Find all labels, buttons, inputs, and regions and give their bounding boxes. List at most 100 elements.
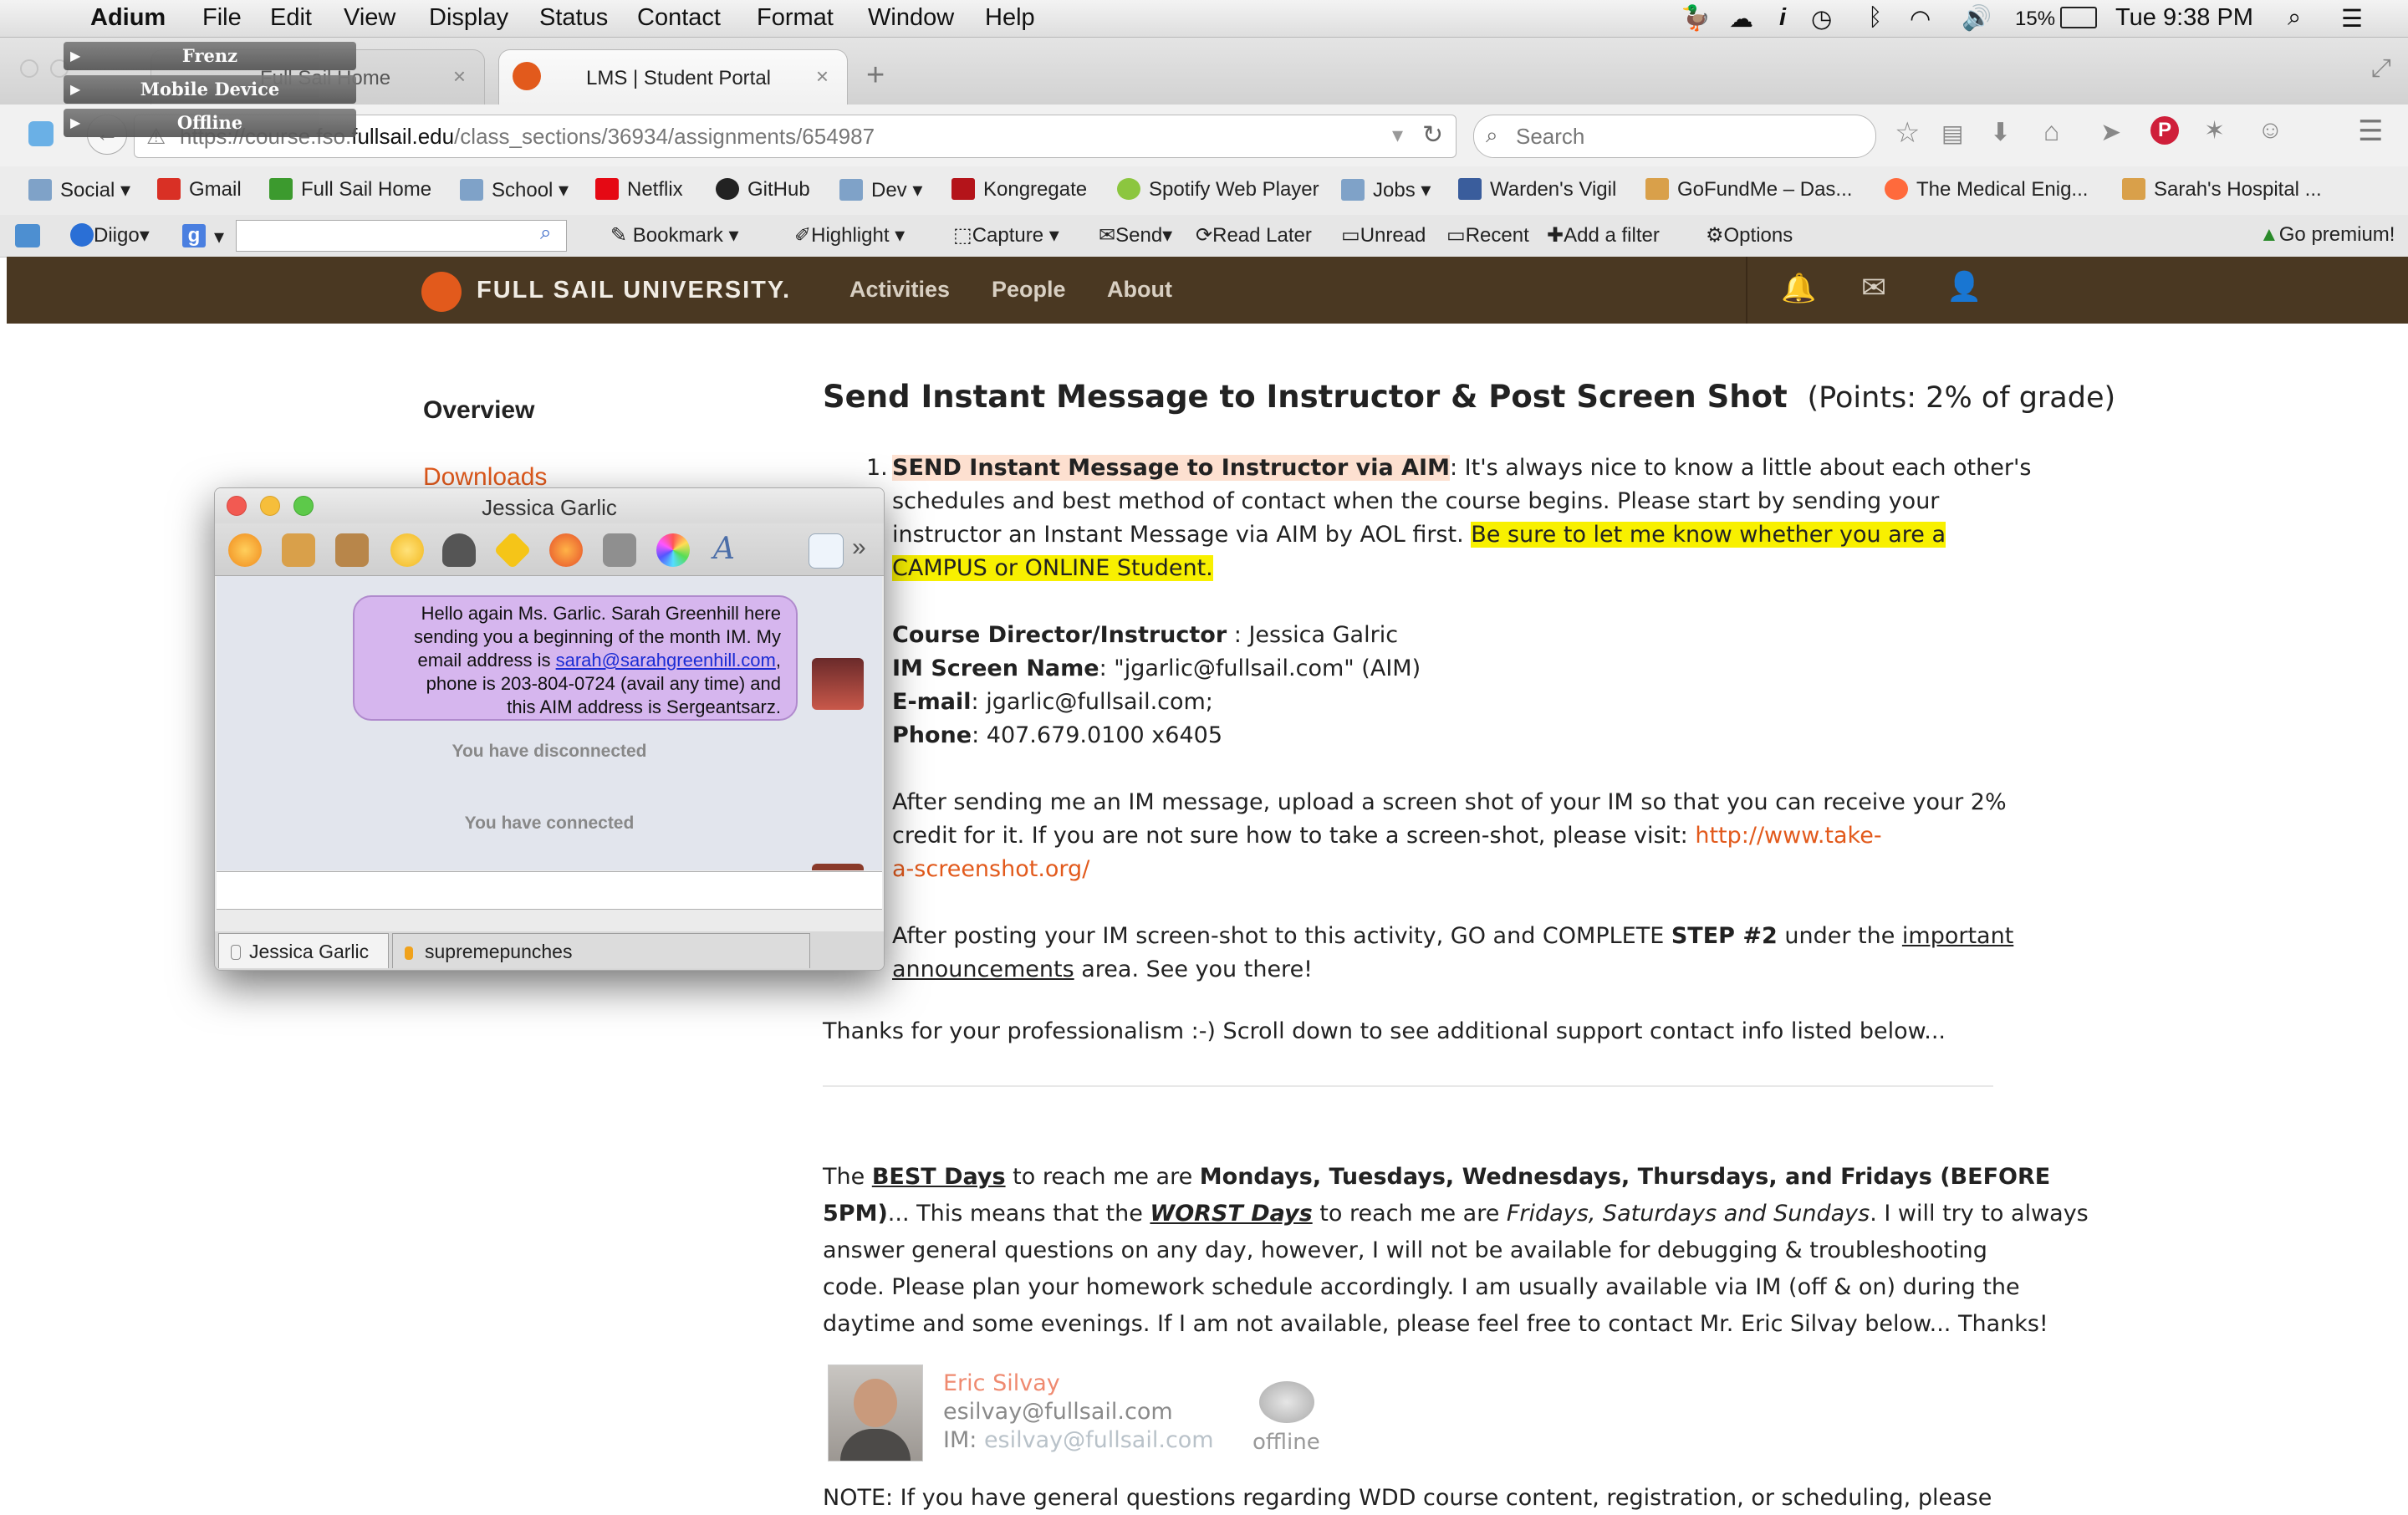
search-input[interactable]: ⌕ Search xyxy=(1473,115,1876,158)
wifi-icon[interactable]: ◠ xyxy=(1910,4,1931,33)
bookmark-jobs[interactable]: Jobs ▾ xyxy=(1341,178,1431,202)
bookmark-gmail[interactable]: Gmail xyxy=(157,178,242,201)
notification-center-icon[interactable]: ☰ xyxy=(2341,4,2363,33)
chat-titlebar[interactable]: Jessica Garlic xyxy=(215,488,884,523)
close-tab-icon[interactable]: × xyxy=(453,64,466,89)
nav-activities[interactable]: Activities xyxy=(849,277,950,303)
sidebar-item-overview[interactable]: Overview xyxy=(423,396,534,425)
contact-group-offline[interactable]: ▶ Offline xyxy=(64,109,356,137)
spotlight-search-icon[interactable]: ⌕ xyxy=(2288,4,2301,32)
bookmark-full-sail-home[interactable]: Full Sail Home xyxy=(269,178,431,201)
menu-help[interactable]: Help xyxy=(985,4,1035,32)
bookmark-sarahs-hospital[interactable]: Sarah's Hospital ... xyxy=(2122,178,2322,201)
disclosure-triangle-icon[interactable]: ▶ xyxy=(70,75,80,104)
tab-lms-student-portal[interactable]: LMS | Student Portal × xyxy=(498,49,848,105)
messages-envelope-icon[interactable]: ✉ xyxy=(1861,270,1886,305)
chat-message-input[interactable] xyxy=(217,871,882,910)
support-email[interactable]: esilvay@fullsail.com xyxy=(943,1398,1214,1426)
encryption-lock-icon[interactable] xyxy=(282,533,315,567)
address-book-icon[interactable] xyxy=(603,533,636,567)
share-icon[interactable] xyxy=(809,533,844,569)
go-premium-button[interactable]: ▲Go premium! xyxy=(2259,223,2395,247)
bookmark-social[interactable]: Social ▾ xyxy=(28,178,130,202)
diigo-capture-button[interactable]: ⬚Capture ▾ xyxy=(953,223,1059,247)
time-machine-icon[interactable]: ◷ xyxy=(1811,4,1832,33)
menu-file[interactable]: File xyxy=(202,4,242,32)
status-icon[interactable] xyxy=(228,533,262,567)
chat-extension-icon[interactable]: ☺ xyxy=(2258,116,2283,145)
downloads-icon[interactable]: ⬇ xyxy=(1990,118,2011,147)
support-im[interactable]: esilvay@fullsail.com xyxy=(984,1427,1214,1453)
menu-edit[interactable]: Edit xyxy=(270,4,312,32)
nav-people[interactable]: People xyxy=(992,277,1066,303)
diigo-highlight-button[interactable]: ✐Highlight ▾ xyxy=(794,223,905,247)
font-icon[interactable]: A xyxy=(713,532,735,566)
menu-contact[interactable]: Contact xyxy=(637,4,721,32)
fullscreen-icon[interactable]: ⤢ xyxy=(2371,54,2391,83)
diigo-menu[interactable]: Diigo▾ xyxy=(70,223,150,247)
chat-tab-jessica-garlic[interactable]: Jessica Garlic xyxy=(218,933,389,968)
bookmark-kongregate[interactable]: Kongregate xyxy=(951,178,1087,201)
info-icon[interactable]: i xyxy=(1779,4,1786,32)
home-icon[interactable]: ⌂ xyxy=(2043,116,2059,147)
disclosure-triangle-icon[interactable]: ▶ xyxy=(70,42,80,70)
google-search-icon[interactable]: g xyxy=(182,224,206,247)
screenshot-link[interactable]: http://www.take- xyxy=(1695,823,1881,849)
diigo-search-input[interactable] xyxy=(236,220,567,252)
signpost-icon[interactable] xyxy=(335,533,369,567)
bookmark-github[interactable]: GitHub xyxy=(716,178,810,201)
screenshot-link[interactable]: a-screenshot.org/ xyxy=(892,856,1089,882)
bookmark-school[interactable]: School ▾ xyxy=(460,178,569,202)
window-close-icon[interactable] xyxy=(20,59,38,78)
contact-group-mobile-device[interactable]: ▶ Mobile Device xyxy=(64,75,356,104)
diigo-send-button[interactable]: ✉Send▾ xyxy=(1099,223,1172,247)
bookmark-gofundme[interactable]: GoFundMe – Das... xyxy=(1645,178,1852,201)
profile-user-icon[interactable]: 👤 xyxy=(1946,270,1982,304)
bluetooth-icon[interactable]: ᛒ xyxy=(1868,4,1882,32)
menu-window[interactable]: Window xyxy=(868,4,954,32)
fullsail-logo-icon[interactable] xyxy=(421,272,462,312)
bookmark-netflix[interactable]: Netflix xyxy=(595,178,683,201)
notifications-bell-icon[interactable]: 🔔 xyxy=(1781,272,1816,305)
email-link[interactable]: sarah@sarahgreenhill.com xyxy=(556,650,776,671)
diigo-read-later-button[interactable]: ⟳Read Later xyxy=(1196,223,1312,247)
diigo-recent-button[interactable]: ▭Recent xyxy=(1446,223,1529,247)
app-menu[interactable]: Adium xyxy=(90,4,166,32)
bookmark-dev[interactable]: Dev ▾ xyxy=(839,178,922,202)
diigo-add-filter-button[interactable]: ✚Add a filter xyxy=(1547,223,1660,247)
diigo-options-button[interactable]: ⚙Options xyxy=(1706,223,1793,247)
close-tab-icon[interactable]: × xyxy=(816,64,829,89)
fullsail-logo-text[interactable]: FULL SAIL UNIVERSITY. xyxy=(477,277,791,304)
search-engine-dropdown-icon[interactable]: ▾ xyxy=(214,225,224,249)
extension-icon[interactable]: ✶ xyxy=(2204,116,2225,145)
reading-list-icon[interactable]: ▤ xyxy=(1941,120,1963,147)
menu-icon[interactable]: ☰ xyxy=(2358,115,2383,148)
firefox-icon[interactable] xyxy=(549,533,583,567)
bookmark-spotify[interactable]: Spotify Web Player xyxy=(1117,178,1319,201)
sidebar-toggle-icon[interactable] xyxy=(28,121,54,146)
diigo-bookmark-button[interactable]: ✎ Bookmark ▾ xyxy=(610,223,739,247)
volume-icon[interactable]: 🔊 xyxy=(1962,4,1992,33)
disclosure-triangle-icon[interactable]: ▶ xyxy=(70,109,80,137)
color-picker-icon[interactable] xyxy=(656,533,690,567)
battery-percent[interactable]: 15% xyxy=(2015,8,2055,31)
adium-duck-icon[interactable]: 🦆 xyxy=(1681,4,1711,33)
url-dropdown-icon[interactable]: ▾ xyxy=(1392,122,1403,148)
chat-tab-supremepunches[interactable]: supremepunches xyxy=(392,933,810,968)
menu-status[interactable]: Status xyxy=(539,4,608,32)
reload-icon[interactable]: ↻ xyxy=(1422,120,1443,150)
menu-display[interactable]: Display xyxy=(429,4,508,32)
menu-view[interactable]: View xyxy=(344,4,395,32)
announcements-link[interactable]: announcements xyxy=(892,956,1074,982)
diigo-sidebar-icon[interactable] xyxy=(15,224,40,247)
new-tab-icon[interactable]: + xyxy=(866,58,885,94)
nav-about[interactable]: About xyxy=(1107,277,1172,303)
diigo-unread-button[interactable]: ▭Unread xyxy=(1341,223,1426,247)
announcements-link[interactable]: important xyxy=(1902,923,2013,949)
emoticon-icon[interactable] xyxy=(390,533,424,567)
battery-icon[interactable] xyxy=(2060,7,2097,28)
creative-cloud-icon[interactable]: ☁ xyxy=(1729,4,1753,33)
bookmark-medical-enigma[interactable]: The Medical Enig... xyxy=(1885,178,2088,201)
menu-format[interactable]: Format xyxy=(757,4,834,32)
contact-group-frenz[interactable]: ▶ Frenz xyxy=(64,42,356,70)
